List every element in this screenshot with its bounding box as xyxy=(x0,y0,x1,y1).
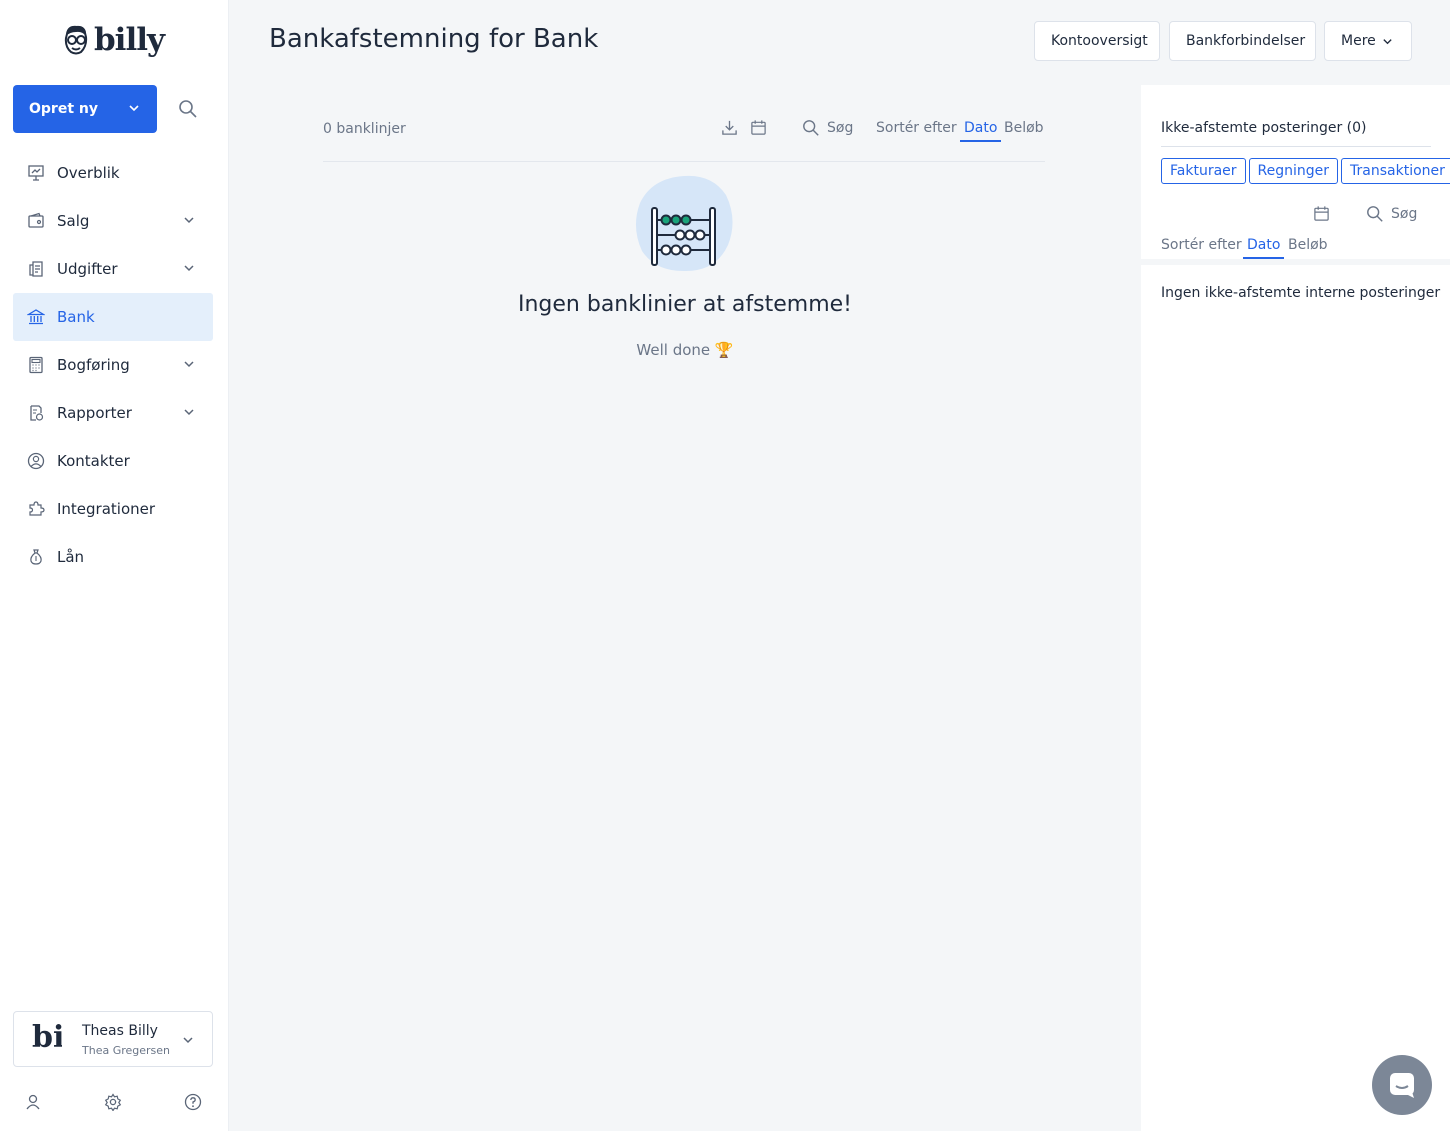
chevron-down-icon xyxy=(183,1037,193,1044)
chevron-down-icon xyxy=(184,265,194,272)
search-label: Søg xyxy=(827,120,854,136)
bank-lines-toolbar: 0 banklinjer Søg Sortér efter Dato Beløb xyxy=(323,110,1045,162)
org-user: Thea Gregersen xyxy=(82,1044,171,1057)
sort-label: Sortér efter xyxy=(876,120,957,136)
sort-by-amount-tab[interactable]: Beløb xyxy=(1004,120,1044,136)
divider xyxy=(1161,146,1431,147)
tab-transactions[interactable]: Transaktioner xyxy=(1341,158,1450,184)
chevron-down-icon xyxy=(184,217,194,224)
organization-switcher[interactable]: bil Theas Billy Thea Gregersen xyxy=(13,1011,213,1067)
sidebar-item-integrationer[interactable]: Integrationer xyxy=(13,485,213,533)
tab-bills[interactable]: Regninger xyxy=(1248,158,1339,184)
logo-text: billy xyxy=(94,22,165,58)
sidebar-item-label: Lån xyxy=(57,548,85,566)
sidebar-item-overblik[interactable]: Overblik xyxy=(13,149,213,197)
puzzle-icon xyxy=(27,500,45,518)
unreconciled-filter-tabs: Fakturaer Regninger Transaktioner xyxy=(1161,158,1450,184)
abacus-illustration xyxy=(635,175,733,272)
billy-mascot-icon xyxy=(64,25,88,55)
search-label: Søg xyxy=(1391,206,1418,222)
money-bag-icon xyxy=(27,548,45,566)
chevron-down-icon xyxy=(184,409,194,416)
sidebar-item-label: Udgifter xyxy=(57,260,118,278)
sidebar: billy Opret ny Overblik Salg Udgifter Ba… xyxy=(0,0,229,1131)
more-button-label: Mere xyxy=(1341,33,1376,49)
calendar-icon[interactable] xyxy=(1313,205,1330,222)
search-icon[interactable] xyxy=(178,99,198,119)
sidebar-nav: Overblik Salg Udgifter Bank Bogføring Ra… xyxy=(13,149,213,581)
tab-invoices[interactable]: Fakturaer xyxy=(1161,158,1246,184)
sidebar-item-kontakter[interactable]: Kontakter xyxy=(13,437,213,485)
panel-separator xyxy=(1141,259,1450,265)
unreconciled-panel: Ikke-afstemte posteringer (0) Fakturaer … xyxy=(1141,85,1450,1131)
search-icon xyxy=(1367,206,1383,222)
chat-icon xyxy=(1390,1073,1414,1098)
gear-icon[interactable] xyxy=(104,1093,122,1111)
sort-by-date-tab[interactable]: Dato xyxy=(960,120,1002,142)
sidebar-item-udgifter[interactable]: Udgifter xyxy=(13,245,213,293)
sidebar-item-label: Rapporter xyxy=(57,404,132,422)
more-button[interactable]: Mere xyxy=(1324,21,1412,61)
user-icon[interactable] xyxy=(24,1093,42,1111)
org-logo: bil xyxy=(32,1020,62,1055)
search-field[interactable]: Søg xyxy=(802,119,853,137)
sidebar-item-label: Kontakter xyxy=(57,452,130,470)
sort-by-date-tab[interactable]: Dato xyxy=(1243,237,1285,259)
account-overview-button[interactable]: Kontooversigt xyxy=(1034,21,1160,61)
sidebar-item-label: Overblik xyxy=(57,164,120,182)
page-title: Bankafstemning for Bank xyxy=(269,24,599,54)
chat-launcher-button[interactable] xyxy=(1372,1055,1432,1115)
bank-lines-count: 0 banklinjer xyxy=(323,121,406,137)
user-circle-icon xyxy=(27,452,45,470)
create-new-label: Opret ny xyxy=(29,101,98,117)
sidebar-item-label: Integrationer xyxy=(57,500,156,518)
download-icon[interactable] xyxy=(721,119,738,136)
sort-label: Sortér efter xyxy=(1161,237,1242,253)
sidebar-item-salg[interactable]: Salg xyxy=(13,197,213,245)
calendar-icon[interactable] xyxy=(750,119,767,136)
chevron-down-icon xyxy=(184,361,194,368)
chevron-down-icon xyxy=(1383,38,1392,44)
search-icon xyxy=(803,120,819,136)
sidebar-item-label: Salg xyxy=(57,212,90,230)
presentation-icon xyxy=(27,164,45,182)
unreconciled-title: Ikke-afstemte posteringer (0) xyxy=(1161,120,1367,136)
chevron-down-icon xyxy=(129,105,139,112)
org-name: Theas Billy xyxy=(82,1023,158,1039)
panel-search-field[interactable]: Søg xyxy=(1366,205,1417,223)
receipt-icon xyxy=(27,260,45,278)
bank-connections-button[interactable]: Bankforbindelser xyxy=(1169,21,1316,61)
billy-logo[interactable]: billy xyxy=(62,22,165,58)
report-icon xyxy=(27,404,45,422)
sidebar-item-lan[interactable]: Lån xyxy=(13,533,213,581)
help-icon[interactable] xyxy=(184,1093,202,1111)
wallet-icon xyxy=(27,212,45,230)
sidebar-item-rapporter[interactable]: Rapporter xyxy=(13,389,213,437)
sort-by-amount-tab[interactable]: Beløb xyxy=(1288,237,1328,253)
create-new-button[interactable]: Opret ny xyxy=(13,85,157,133)
unreconciled-empty-text: Ingen ikke-afstemte interne posteringer xyxy=(1161,285,1441,301)
